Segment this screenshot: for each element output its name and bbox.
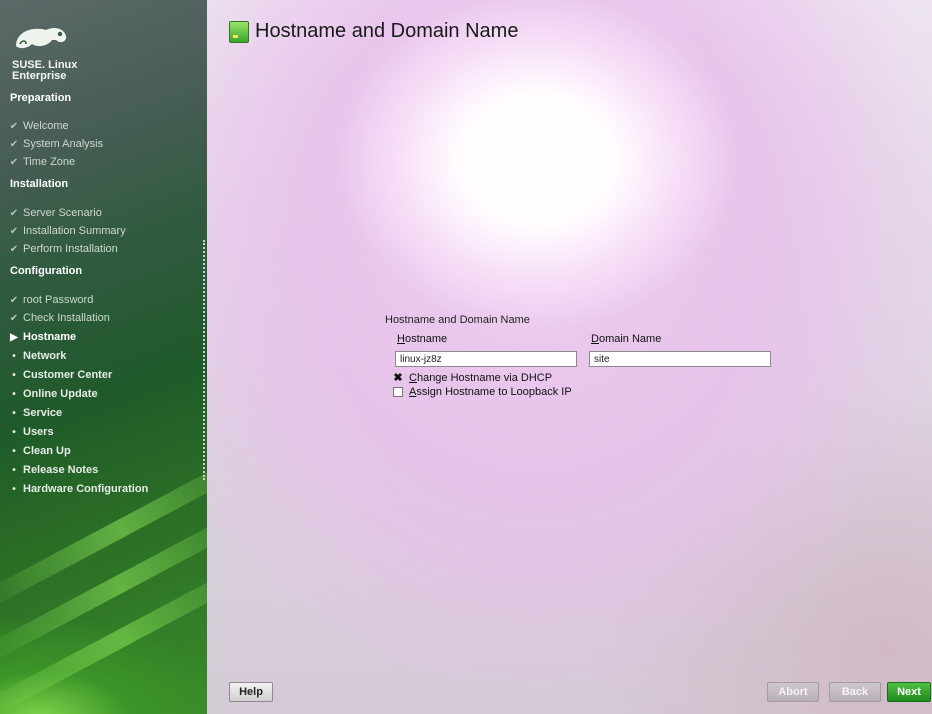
next-button[interactable]: Next (887, 682, 931, 702)
checkbox-checked-icon[interactable]: ✖ (393, 373, 403, 384)
domain-name-label: Domain Name (591, 333, 661, 345)
check-icon: ✔ (9, 294, 19, 306)
current-step-arrow-icon: ▶ (10, 331, 18, 343)
abort-button[interactable]: Abort (767, 682, 819, 702)
bullet-icon: • (12, 369, 16, 381)
brand-name: SUSE. Linux Enterprise (12, 60, 77, 82)
bullet-icon: • (12, 464, 16, 476)
step-label: Release Notes (23, 464, 99, 476)
page-title: Hostname and Domain Name (255, 20, 519, 42)
step-label: Users (23, 426, 54, 438)
back-button[interactable]: Back (829, 682, 881, 702)
step-network: • Network (8, 350, 66, 362)
bullet-icon: • (12, 445, 16, 457)
step-hostname: ▶ Hostname (8, 331, 76, 343)
checkbox-unchecked-icon[interactable] (393, 387, 403, 397)
bullet-icon: • (12, 388, 16, 400)
dhcp-shortcut-letter: C (409, 372, 417, 384)
step-check-installation: ✔ Check Installation (8, 312, 110, 324)
check-icon: ✔ (9, 243, 19, 255)
check-icon: ✔ (9, 312, 19, 324)
step-label: Hardware Configuration (23, 483, 149, 495)
step-perform-installation: ✔ Perform Installation (8, 243, 118, 255)
check-icon: ✔ (9, 120, 19, 132)
bullet-icon: • (12, 483, 16, 495)
step-root-password: ✔ root Password (8, 294, 94, 306)
step-label: Service (23, 407, 63, 419)
step-server-scenario: ✔ Server Scenario (8, 207, 102, 219)
step-label: Customer Center (23, 369, 113, 381)
step-users: • Users (8, 426, 54, 438)
dhcp-checkbox-label: Change Hostname via DHCP (409, 372, 552, 384)
section-preparation: Preparation (10, 92, 72, 104)
step-welcome: ✔ Welcome (8, 120, 69, 132)
step-label: Time Zone (23, 156, 76, 168)
hostname-label-text: ostname (404, 333, 448, 345)
dhcp-label-text: hange Hostname via DHCP (416, 372, 553, 384)
network-settings-icon (229, 20, 249, 43)
step-label: Check Installation (23, 312, 110, 324)
main-content: Hostname and Domain Name Hostname and Do… (207, 0, 932, 714)
step-clean-up: • Clean Up (8, 445, 71, 457)
bullet-icon: • (12, 350, 16, 362)
check-icon: ✔ (9, 156, 19, 168)
check-icon: ✔ (9, 138, 19, 150)
domain-label-text: omain Name (598, 333, 662, 345)
page-header: Hostname and Domain Name (229, 20, 518, 43)
step-hardware-configuration: • Hardware Configuration (8, 483, 148, 495)
step-time-zone: ✔ Time Zone (8, 156, 75, 168)
installer-sidebar: SUSE. Linux Enterprise Preparation ✔ Welc… (0, 0, 207, 714)
check-icon: ✔ (9, 207, 19, 219)
hostname-shortcut-letter: H (397, 333, 405, 345)
step-label: Installation Summary (23, 225, 126, 237)
step-service: • Service (8, 407, 62, 419)
bullet-icon: • (12, 407, 16, 419)
hostname-input[interactable] (395, 351, 577, 367)
suse-chameleon-logo (16, 28, 67, 49)
step-label: Server Scenario (23, 207, 102, 219)
check-icon: ✔ (9, 225, 19, 237)
change-hostname-dhcp-checkbox-row[interactable]: ✖ Change Hostname via DHCP (393, 372, 552, 384)
step-online-update: • Online Update (8, 388, 98, 400)
step-customer-center: • Customer Center (8, 369, 112, 381)
step-label: root Password (23, 294, 94, 306)
step-label: System Analysis (23, 138, 104, 150)
help-button[interactable]: Help (229, 682, 273, 702)
section-configuration: Configuration (10, 265, 83, 277)
assign-hostname-loopback-checkbox-row[interactable]: Assign Hostname to Loopback IP (393, 386, 572, 398)
step-label: Perform Installation (23, 243, 118, 255)
loopback-label-text: ssign Hostname to Loopback IP (416, 386, 572, 398)
step-label: Hostname (23, 331, 77, 343)
domain-name-input[interactable] (589, 351, 771, 367)
loopback-checkbox-label: Assign Hostname to Loopback IP (409, 386, 572, 398)
step-label: Welcome (23, 120, 69, 132)
step-release-notes: • Release Notes (8, 464, 98, 476)
step-system-analysis: ✔ System Analysis (8, 138, 103, 150)
step-label: Online Update (23, 388, 98, 400)
domain-shortcut-letter: D (591, 333, 599, 345)
section-installation: Installation (10, 178, 69, 190)
hostname-label: Hostname (397, 333, 447, 345)
bullet-icon: • (12, 426, 16, 438)
step-installation-summary: ✔ Installation Summary (8, 225, 126, 237)
step-label: Network (23, 350, 67, 362)
brand-line-2: Enterprise (12, 70, 67, 82)
group-label: Hostname and Domain Name (385, 314, 530, 326)
step-label: Clean Up (23, 445, 71, 457)
